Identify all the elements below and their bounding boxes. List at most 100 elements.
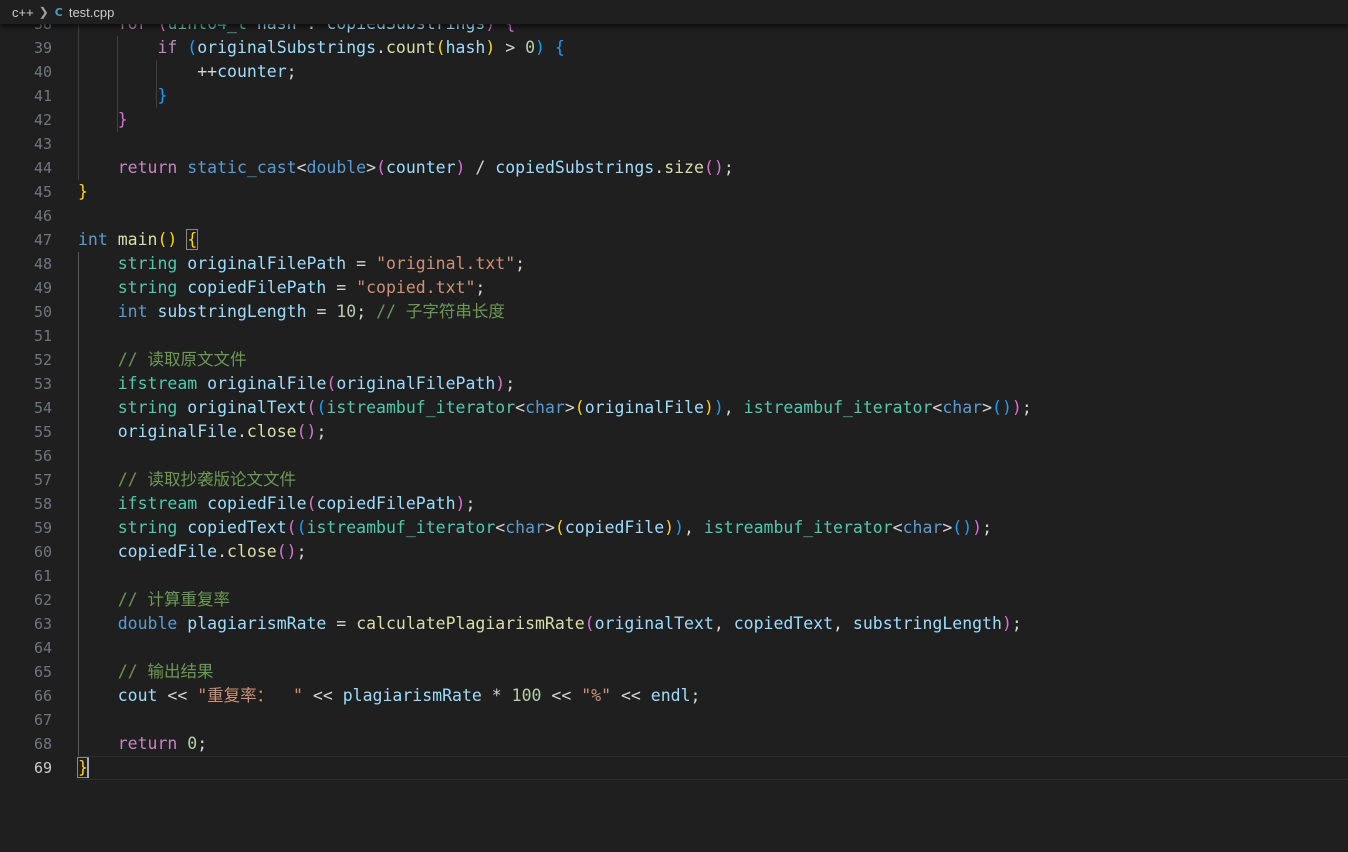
code-line-46[interactable]: [78, 204, 1032, 228]
code-lines[interactable]: for (uint64_t hash : copiedSubstrings) {…: [77, 12, 1032, 780]
token: .: [236, 422, 247, 441]
code-line-49[interactable]: string copiedFilePath = "copied.txt";: [78, 276, 1032, 300]
code-line-56[interactable]: [78, 444, 1032, 468]
line-number[interactable]: 45: [0, 180, 52, 204]
line-number[interactable]: 61: [0, 564, 52, 588]
token: if: [157, 38, 178, 57]
line-number[interactable]: 46: [0, 204, 52, 228]
line-number[interactable]: 52: [0, 348, 52, 372]
token: >: [495, 38, 526, 57]
code-line-45[interactable]: }: [78, 180, 1032, 204]
token: <<: [303, 686, 343, 705]
code-line-41[interactable]: }: [78, 84, 1032, 108]
line-number[interactable]: 44: [0, 156, 52, 180]
token: <: [515, 398, 526, 417]
token: counter: [217, 62, 287, 81]
line-number[interactable]: 57: [0, 468, 52, 492]
token: >: [564, 398, 575, 417]
line-number[interactable]: 59: [0, 516, 52, 540]
code-line-52[interactable]: // 读取原文文件: [78, 348, 1032, 372]
code-line-62[interactable]: // 计算重复率: [78, 588, 1032, 612]
token: ;: [505, 374, 516, 393]
line-number[interactable]: 42: [0, 108, 52, 132]
line-number[interactable]: 43: [0, 132, 52, 156]
token: ): [455, 158, 466, 177]
line-number[interactable]: 39: [0, 36, 52, 60]
code-line-47[interactable]: int main() {: [78, 228, 1032, 252]
line-number[interactable]: 65: [0, 660, 52, 684]
line-number[interactable]: 69: [0, 756, 52, 780]
code-line-68[interactable]: return 0;: [78, 732, 1032, 756]
token: ;: [296, 542, 307, 561]
line-number[interactable]: 50: [0, 300, 52, 324]
line-number[interactable]: 55: [0, 420, 52, 444]
code-line-53[interactable]: ifstream originalFile(originalFilePath);: [78, 372, 1032, 396]
line-number[interactable]: 49: [0, 276, 52, 300]
code-line-44[interactable]: return static_cast<double>(counter) / co…: [78, 156, 1032, 180]
code-line-40[interactable]: ++counter;: [78, 60, 1032, 84]
line-number[interactable]: 40: [0, 60, 52, 84]
token: (: [187, 38, 198, 57]
code-line-61[interactable]: [78, 564, 1032, 588]
code-line-60[interactable]: copiedFile.close();: [78, 540, 1032, 564]
token: <: [892, 518, 903, 537]
line-number[interactable]: 68: [0, 732, 52, 756]
line-number[interactable]: 41: [0, 84, 52, 108]
token: hash: [445, 38, 486, 57]
token: originalFile: [584, 398, 704, 417]
code-line-55[interactable]: originalFile.close();: [78, 420, 1032, 444]
line-number[interactable]: 48: [0, 252, 52, 276]
breadcrumb-file[interactable]: C test.cpp: [55, 5, 115, 20]
token: {: [554, 38, 565, 57]
line-number[interactable]: 58: [0, 492, 52, 516]
line-number[interactable]: 62: [0, 588, 52, 612]
token: (: [376, 158, 386, 177]
breadcrumb-file-label: test.cpp: [68, 4, 115, 20]
token: substringLength: [852, 614, 1002, 633]
line-number[interactable]: 51: [0, 324, 52, 348]
code-line-58[interactable]: ifstream copiedFile(copiedFilePath);: [78, 492, 1032, 516]
token: close: [246, 422, 297, 441]
token: (): [703, 158, 724, 177]
code-line-42[interactable]: }: [78, 108, 1032, 132]
token: istreambuf_iterator: [703, 518, 893, 537]
line-number[interactable]: 67: [0, 708, 52, 732]
code-editor[interactable]: 38 39 40 41 42 43 44 45 46 47 48 49 50 51 52 53 54 55 56 57…: [0, 0, 1348, 852]
code-line-64[interactable]: [78, 636, 1032, 660]
code-line-67[interactable]: [78, 708, 1032, 732]
breadcrumb-folder-label: c++: [12, 4, 34, 20]
line-number[interactable]: 63: [0, 612, 52, 636]
code-line-50[interactable]: int substringLength = 10; // 子字符串长度: [78, 300, 1032, 324]
code-line-66[interactable]: cout << "重复率： " << plagiarismRate * 100 …: [78, 684, 1032, 708]
code-line-43[interactable]: [78, 132, 1032, 156]
token: ): [972, 518, 983, 537]
token: main: [117, 230, 158, 249]
code-line-59[interactable]: string copiedText((istreambuf_iterator<c…: [78, 516, 1032, 540]
token: =: [306, 302, 337, 321]
token: .: [654, 158, 665, 177]
code-line-51[interactable]: [78, 324, 1032, 348]
token: originalFile: [207, 374, 327, 393]
code-line-65[interactable]: // 输出结果: [78, 660, 1032, 684]
token: 0: [187, 734, 198, 753]
line-number[interactable]: 53: [0, 372, 52, 396]
breadcrumb-folder[interactable]: c++: [12, 5, 34, 20]
line-number[interactable]: 60: [0, 540, 52, 564]
code-line-69[interactable]: }: [77, 756, 1032, 780]
token: >: [544, 518, 555, 537]
line-number[interactable]: 56: [0, 444, 52, 468]
chevron-right-icon: ❯: [38, 5, 49, 19]
line-number[interactable]: 54: [0, 396, 52, 420]
code-line-54[interactable]: string originalText((istreambuf_iterator…: [78, 396, 1032, 420]
token: (: [574, 398, 585, 417]
line-number[interactable]: 47: [0, 228, 52, 252]
token: (: [296, 518, 307, 537]
token: "original.txt": [376, 254, 516, 273]
token: (: [286, 518, 297, 537]
code-line-39[interactable]: if (originalSubstrings.count(hash) > 0) …: [78, 36, 1032, 60]
line-number[interactable]: 64: [0, 636, 52, 660]
line-number[interactable]: 66: [0, 684, 52, 708]
code-line-57[interactable]: // 读取抄袭版论文文件: [78, 468, 1032, 492]
code-line-48[interactable]: string originalFilePath = "original.txt"…: [78, 252, 1032, 276]
code-line-63[interactable]: double plagiarismRate = calculatePlagiar…: [78, 612, 1032, 636]
